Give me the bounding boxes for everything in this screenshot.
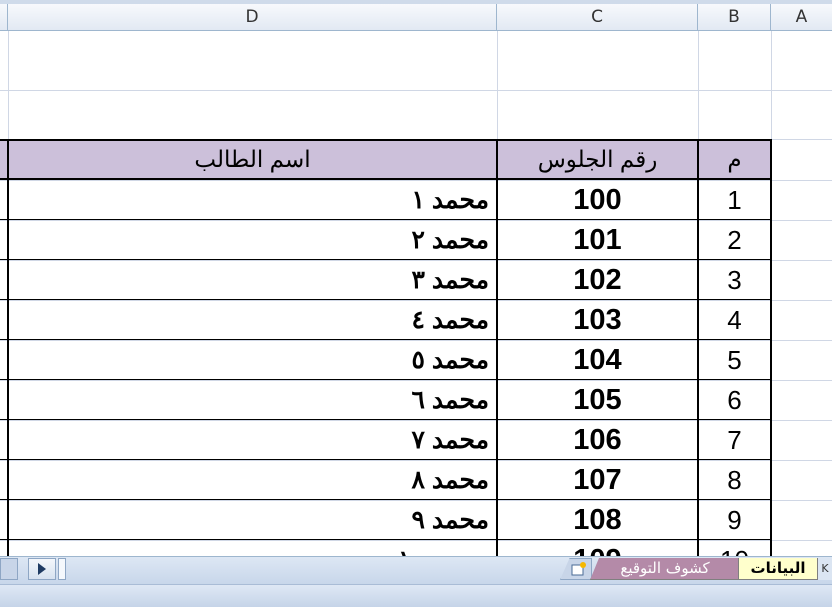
- insert-sheet-icon: [571, 562, 586, 576]
- student-name-cell[interactable]: محمد ٦: [8, 380, 497, 420]
- scrollbar-thumb[interactable]: [58, 558, 66, 580]
- student-name-cell[interactable]: محمد ٥: [8, 340, 497, 380]
- serial-cell[interactable]: 8: [698, 460, 771, 500]
- seat-number-cell[interactable]: 108: [497, 500, 698, 540]
- header-seat-number[interactable]: رقم الجلوس: [497, 141, 698, 178]
- header-student-name[interactable]: اسم الطالب: [8, 141, 497, 178]
- triangle-right-icon: [38, 563, 46, 575]
- student-name-cell[interactable]: محمد ٩: [8, 500, 497, 540]
- seat-number-cell[interactable]: 100: [497, 180, 698, 220]
- table-border: [496, 139, 498, 556]
- serial-cell[interactable]: 3: [698, 260, 771, 300]
- table-row: محمد ٩ 108 9: [0, 500, 771, 540]
- serial-cell[interactable]: 10: [698, 540, 771, 556]
- column-header-b[interactable]: B: [698, 4, 771, 31]
- table-row: محمد ٨ 107 8: [0, 460, 771, 500]
- table-border: [697, 139, 699, 556]
- seat-number-cell[interactable]: 106: [497, 420, 698, 460]
- serial-cell[interactable]: 1: [698, 180, 771, 220]
- table-border: [770, 139, 772, 556]
- serial-cell[interactable]: 2: [698, 220, 771, 260]
- seat-number-cell[interactable]: 107: [497, 460, 698, 500]
- student-name-cell[interactable]: محمد ٧: [8, 420, 497, 460]
- seat-number-cell[interactable]: 104: [497, 340, 698, 380]
- student-name-cell[interactable]: محمد ٢: [8, 220, 497, 260]
- column-header-e-partial[interactable]: [0, 4, 8, 31]
- table-row: محمد ١٠10910: [0, 540, 771, 556]
- serial-cell[interactable]: 6: [698, 380, 771, 420]
- column-header-a[interactable]: A: [771, 4, 832, 31]
- table-row: محمد ٥ 104 5: [0, 340, 771, 380]
- table-row: محمد ٦ 105 6: [0, 380, 771, 420]
- table-row: محمد ١ 100 1: [0, 180, 771, 220]
- scrollbar-track[interactable]: [0, 558, 18, 580]
- student-name-cell[interactable]: محمد ٤: [8, 300, 497, 340]
- scroll-right-button[interactable]: [28, 558, 56, 580]
- student-name-cell[interactable]: محمد ٨: [8, 460, 497, 500]
- table-row: محمد ٤ 103 4: [0, 300, 771, 340]
- table-row: محمد ٢ 101 2: [0, 220, 771, 260]
- seat-number-cell[interactable]: 103: [497, 300, 698, 340]
- serial-cell[interactable]: 4: [698, 300, 771, 340]
- tab-nav-button[interactable]: K: [818, 558, 832, 580]
- seat-number-cell[interactable]: 105: [497, 380, 698, 420]
- sheet-tab-signatures[interactable]: كشوف التوقيع: [590, 558, 740, 580]
- seat-number-cell[interactable]: 109: [497, 540, 698, 556]
- table-row: محمد ٧ 106 7: [0, 420, 771, 460]
- student-name-cell[interactable]: محمد ١: [8, 180, 497, 220]
- table-row: محمد ٣ 102 3: [0, 260, 771, 300]
- seat-number-cell[interactable]: 101: [497, 220, 698, 260]
- student-name-cell[interactable]: محمد ١٠: [8, 540, 497, 556]
- serial-cell[interactable]: 9: [698, 500, 771, 540]
- column-header-d[interactable]: D: [8, 4, 497, 31]
- gridline: [0, 90, 832, 91]
- column-header-c[interactable]: C: [497, 4, 698, 31]
- status-bar: [0, 584, 832, 607]
- table-border: [7, 139, 9, 556]
- serial-cell[interactable]: 5: [698, 340, 771, 380]
- header-serial[interactable]: م: [698, 141, 771, 178]
- serial-cell[interactable]: 7: [698, 420, 771, 460]
- sheet-tab-data[interactable]: البيانات: [738, 558, 818, 580]
- student-name-cell[interactable]: محمد ٣: [8, 260, 497, 300]
- seat-number-cell[interactable]: 102: [497, 260, 698, 300]
